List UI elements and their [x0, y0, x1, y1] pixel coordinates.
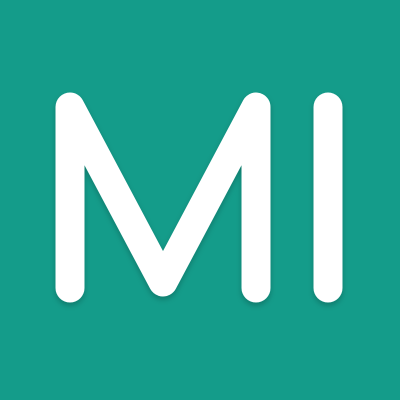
letter-m	[55, 92, 271, 303]
monogram-graphic	[55, 92, 343, 303]
app-icon: MI	[0, 0, 400, 400]
